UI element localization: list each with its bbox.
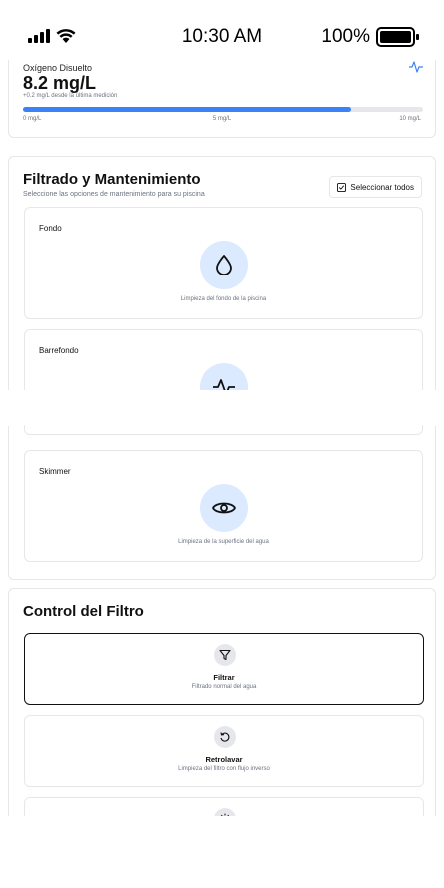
metric-value: 8.2 mg/L <box>23 73 97 93</box>
filter-option-retrolavar[interactable]: Retrolavar Limpieza del filtro con flujo… <box>24 715 424 787</box>
option-skimmer[interactable]: Skimmer Limpieza de la superficie del ag… <box>24 450 423 562</box>
select-all-button[interactable]: Seleccionar todos <box>329 176 422 198</box>
ctrl-description: Limpieza del filtro con flujo inverso <box>178 766 270 772</box>
select-all-label: Seleccionar todos <box>350 182 414 192</box>
option-title: Barrefondo <box>39 346 79 355</box>
scroll-gap <box>0 390 444 430</box>
option-title: Fondo <box>39 224 62 233</box>
metric-delta: +0.2 mg/L desde la última medición <box>23 93 118 99</box>
rotate-ccw-icon <box>214 726 236 748</box>
battery-percent: 100% <box>321 26 370 47</box>
option-fondo[interactable]: Fondo Limpieza del fondo de la piscina <box>24 207 423 319</box>
checkbox-icon <box>337 182 347 192</box>
maintenance-card-continued: Skimmer Limpieza de la superficie del ag… <box>8 425 436 580</box>
battery-icon <box>376 27 420 52</box>
progress-fill <box>23 107 351 112</box>
option-description: Limpieza de la superficie del agua <box>178 539 269 545</box>
filter-option-filtrar[interactable]: Filtrar Filtrado normal del agua <box>24 633 424 705</box>
droplet-icon <box>200 241 248 289</box>
filter-icon <box>214 644 236 666</box>
status-bar: 10:30 AM 100% <box>0 0 444 60</box>
ctrl-description: Filtrado normal del agua <box>191 684 257 690</box>
section-subtitle: Seleccione las opciones de mantenimiento… <box>23 191 205 198</box>
option-description: Limpieza del fondo de la piscina <box>180 296 267 302</box>
eye-icon <box>200 484 248 532</box>
option-barrefondo-bottom <box>24 425 423 435</box>
bottom-cutoff <box>0 816 444 888</box>
scale-max: 10 mg/L <box>399 116 421 122</box>
scale-mid: 5 mg/L <box>212 116 232 122</box>
ctrl-title: Retrolavar <box>205 755 243 764</box>
oxygen-card: Oxígeno Disuelto 8.2 mg/L +0.2 mg/L desd… <box>8 60 436 138</box>
option-title: Skimmer <box>39 467 71 476</box>
pulse-icon <box>409 61 423 73</box>
metric-label: Oxígeno Disuelto <box>23 63 93 73</box>
scroll-content[interactable]: Oxígeno Disuelto 8.2 mg/L +0.2 mg/L desd… <box>0 60 444 888</box>
oxygen-progress-bar <box>23 107 423 112</box>
ctrl-title: Filtrar <box>213 673 235 682</box>
section-title: Control del Filtro <box>23 603 144 620</box>
section-title: Filtrado y Mantenimiento <box>23 171 201 188</box>
